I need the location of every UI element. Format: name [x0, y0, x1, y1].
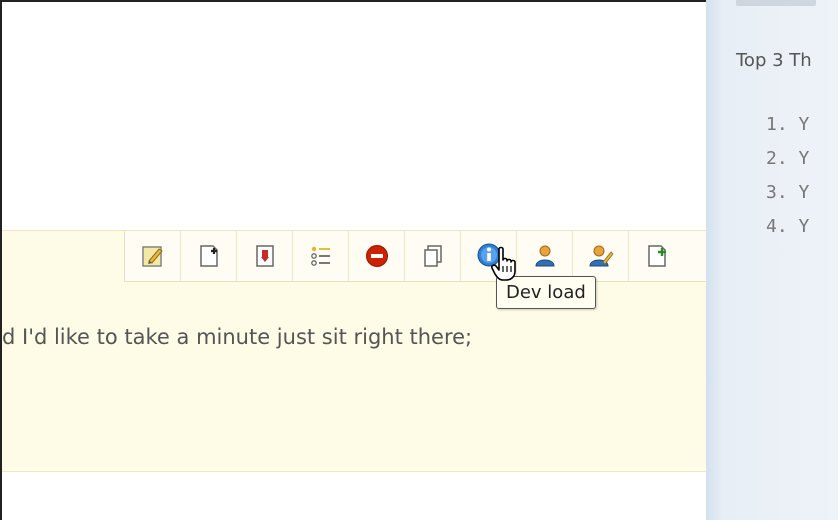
sidebar-heading [736, 0, 816, 6]
copy-button[interactable] [405, 231, 461, 281]
sidebar-list: 1. Y 2. Y 3. Y 4. Y [766, 108, 809, 244]
list-item: 3. Y [766, 182, 810, 203]
checklist-button[interactable] [293, 231, 349, 281]
edit-icon [141, 246, 163, 267]
main-content: d I'd like to take a minute just sit rig… [2, 2, 706, 520]
delete-icon [365, 245, 388, 267]
delete-button[interactable] [349, 231, 405, 281]
export-button[interactable] [237, 231, 293, 281]
edit-user-button[interactable] [573, 231, 629, 281]
export-icon [255, 245, 274, 267]
checklist-icon [310, 246, 330, 266]
add-page-button[interactable] [629, 231, 685, 281]
note-card: d I'd like to take a minute just sit rig… [2, 230, 706, 472]
list-item: 1. Y [766, 114, 810, 135]
list-item: 4. Y [766, 216, 810, 237]
add-page-icon [199, 245, 218, 267]
sidebar-intro: Top 3 Th [736, 50, 812, 71]
new-page-button[interactable] [181, 231, 237, 281]
copy-icon [423, 245, 442, 267]
user-button[interactable] [517, 231, 573, 281]
hand-cursor-icon [491, 246, 516, 281]
edit-button[interactable] [125, 231, 181, 281]
user-icon [534, 245, 555, 267]
note-text: d I'd like to take a minute just sit rig… [2, 325, 473, 349]
edit-user-icon [588, 245, 614, 267]
list-item: 2. Y [766, 148, 810, 169]
add-page-icon [648, 245, 666, 267]
sidebar: Top 3 Th 1. Y 2. Y 3. Y 4. Y [706, 0, 838, 520]
note-toolbar [124, 231, 706, 282]
